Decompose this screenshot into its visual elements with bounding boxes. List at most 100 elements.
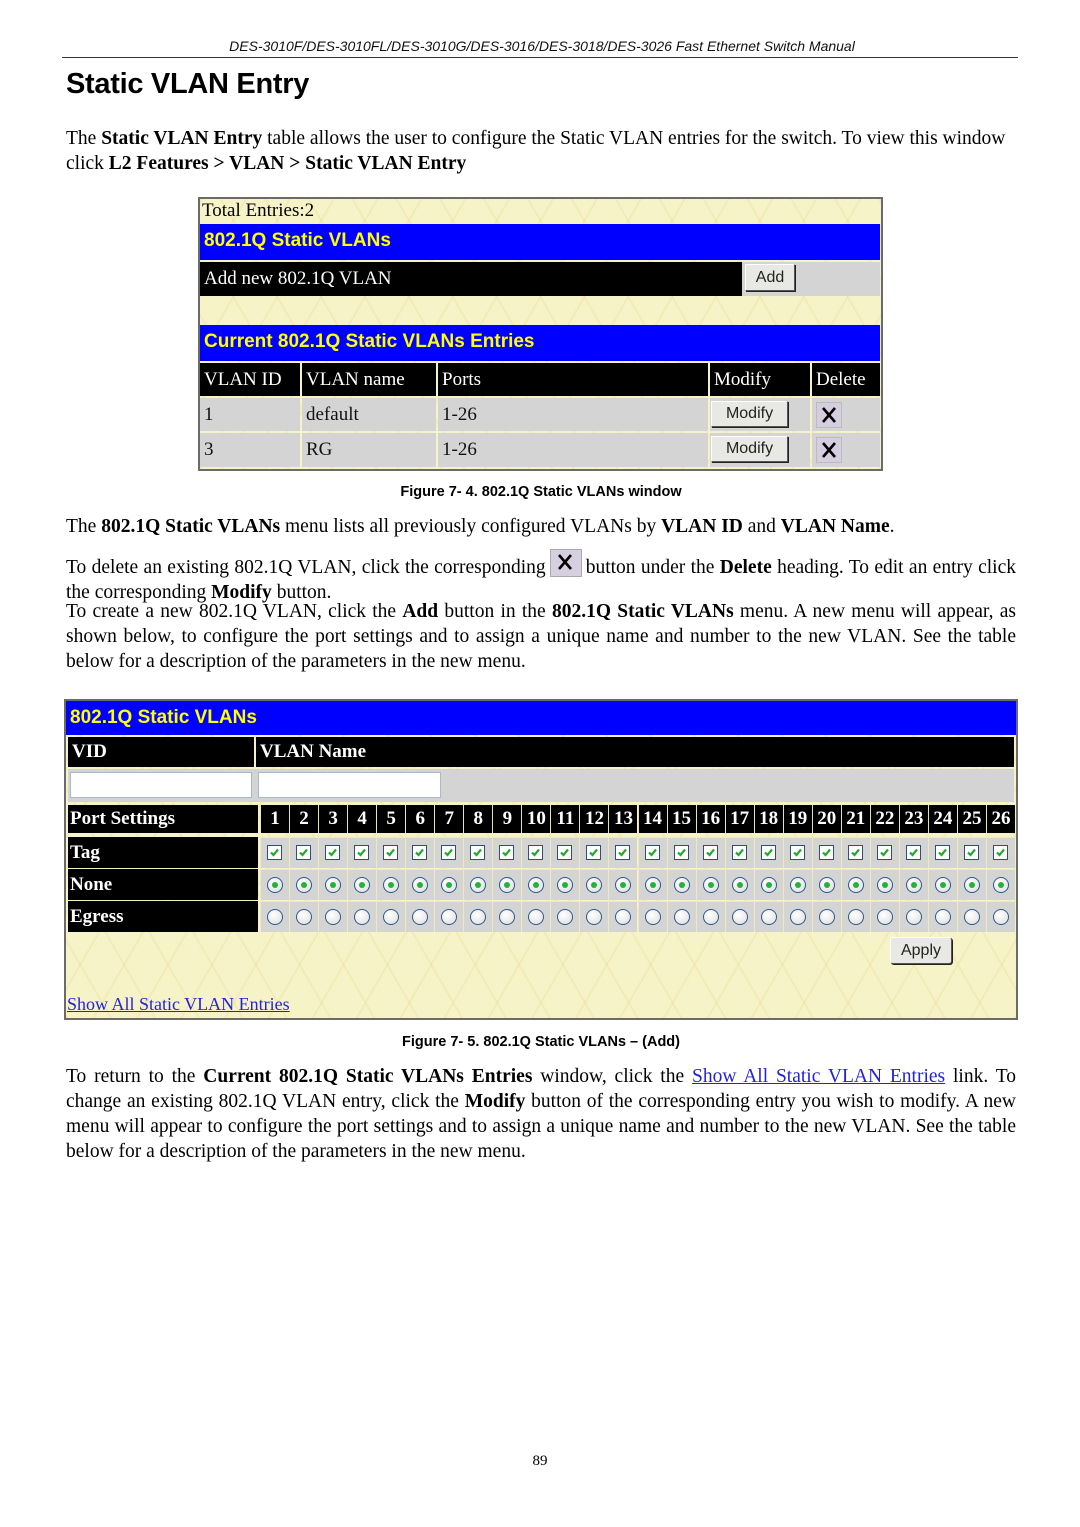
egress-radio[interactable]: [847, 909, 864, 925]
none-radio[interactable]: [412, 877, 429, 893]
none-radio[interactable]: [557, 877, 574, 893]
tag-checkbox[interactable]: [702, 845, 718, 860]
egress-radio[interactable]: [673, 909, 690, 925]
egress-cell: [840, 901, 870, 932]
tag-checkbox[interactable]: [528, 845, 544, 860]
none-radio[interactable]: [441, 877, 458, 893]
none-radio[interactable]: [296, 877, 313, 893]
egress-radio[interactable]: [383, 909, 400, 925]
running-header: DES-3010F/DES-3010FL/DES-3010G/DES-3016/…: [229, 38, 855, 54]
egress-radio[interactable]: [412, 909, 429, 925]
egress-radio[interactable]: [267, 909, 284, 925]
tag-checkbox[interactable]: [847, 845, 863, 860]
egress-radio[interactable]: [325, 909, 342, 925]
tag-checkbox[interactable]: [731, 845, 747, 860]
add-button[interactable]: Add: [745, 264, 795, 291]
tag-checkbox[interactable]: [760, 845, 776, 860]
tag-checkbox[interactable]: [325, 845, 341, 860]
egress-radio[interactable]: [876, 909, 893, 925]
tag-checkbox[interactable]: [412, 845, 428, 860]
egress-radio[interactable]: [905, 909, 922, 925]
tag-checkbox[interactable]: [267, 845, 283, 860]
egress-radio[interactable]: [615, 909, 632, 925]
tag-checkbox[interactable]: [441, 845, 457, 860]
vlan-name-label: VLAN Name: [256, 737, 1014, 767]
tag-label: Tag: [68, 837, 258, 868]
egress-radio[interactable]: [818, 909, 835, 925]
none-radio[interactable]: [934, 877, 951, 893]
none-radio[interactable]: [789, 877, 806, 893]
column-header-vlan-id: VLAN ID: [200, 363, 300, 396]
tag-checkbox[interactable]: [470, 845, 486, 860]
vlan-id-cell: 3: [200, 433, 300, 467]
tag-checkbox[interactable]: [818, 845, 834, 860]
port-header: 5: [376, 805, 406, 833]
none-radio[interactable]: [731, 877, 748, 893]
delete-button[interactable]: [816, 402, 842, 428]
tag-checkbox[interactable]: [557, 845, 573, 860]
tag-checkbox[interactable]: [615, 845, 631, 860]
tag-checkbox[interactable]: [586, 845, 602, 860]
tag-checkbox[interactable]: [644, 845, 660, 860]
vlan-name-input[interactable]: [258, 772, 441, 798]
none-radio[interactable]: [673, 877, 690, 893]
egress-radio[interactable]: [731, 909, 748, 925]
vid-input[interactable]: [70, 772, 252, 798]
port-header: 24: [927, 805, 957, 833]
tag-checkbox[interactable]: [673, 845, 689, 860]
egress-radio[interactable]: [644, 909, 661, 925]
none-radio[interactable]: [992, 877, 1009, 893]
egress-radio[interactable]: [760, 909, 777, 925]
egress-radio[interactable]: [586, 909, 603, 925]
none-radio[interactable]: [267, 877, 284, 893]
show-all-static-vlan-entries-link[interactable]: Show All Static VLAN Entries: [67, 994, 290, 1015]
delete-button[interactable]: [816, 437, 842, 463]
egress-radio[interactable]: [499, 909, 516, 925]
none-radio[interactable]: [760, 877, 777, 893]
none-radio[interactable]: [354, 877, 371, 893]
tag-checkbox[interactable]: [992, 845, 1008, 860]
tag-checkbox[interactable]: [963, 845, 979, 860]
tag-checkbox[interactable]: [354, 845, 370, 860]
none-radio[interactable]: [847, 877, 864, 893]
column-header-delete: Delete: [812, 363, 880, 396]
egress-radio[interactable]: [934, 909, 951, 925]
apply-button[interactable]: Apply: [890, 937, 952, 964]
none-radio[interactable]: [383, 877, 400, 893]
tag-checkbox[interactable]: [383, 845, 399, 860]
none-radio[interactable]: [586, 877, 603, 893]
tag-checkbox[interactable]: [296, 845, 312, 860]
egress-radio[interactable]: [470, 909, 487, 925]
none-radio[interactable]: [702, 877, 719, 893]
egress-radio[interactable]: [789, 909, 806, 925]
egress-radio[interactable]: [354, 909, 371, 925]
egress-radio[interactable]: [296, 909, 313, 925]
egress-radio[interactable]: [702, 909, 719, 925]
tag-checkbox[interactable]: [499, 845, 515, 860]
egress-radio[interactable]: [528, 909, 545, 925]
none-radio[interactable]: [818, 877, 835, 893]
tag-checkbox[interactable]: [934, 845, 950, 860]
none-radio[interactable]: [963, 877, 980, 893]
none-radio[interactable]: [905, 877, 922, 893]
tag-checkbox[interactable]: [789, 845, 805, 860]
none-radio[interactable]: [325, 877, 342, 893]
egress-cell: [637, 901, 667, 932]
egress-radio[interactable]: [992, 909, 1009, 925]
modify-button[interactable]: Modify: [711, 436, 788, 462]
modify-button[interactable]: Modify: [711, 401, 788, 427]
none-radio[interactable]: [470, 877, 487, 893]
tag-checkbox[interactable]: [905, 845, 921, 860]
egress-cell: [347, 901, 377, 932]
none-radio[interactable]: [528, 877, 545, 893]
egress-radio[interactable]: [557, 909, 574, 925]
egress-radio[interactable]: [963, 909, 980, 925]
show-all-static-vlan-entries-link[interactable]: Show All Static VLAN Entries: [692, 1066, 945, 1087]
none-radio[interactable]: [499, 877, 516, 893]
none-radio[interactable]: [644, 877, 661, 893]
tag-checkbox[interactable]: [876, 845, 892, 860]
none-radio[interactable]: [615, 877, 632, 893]
egress-radio[interactable]: [441, 909, 458, 925]
none-cell: [840, 869, 870, 900]
none-radio[interactable]: [876, 877, 893, 893]
